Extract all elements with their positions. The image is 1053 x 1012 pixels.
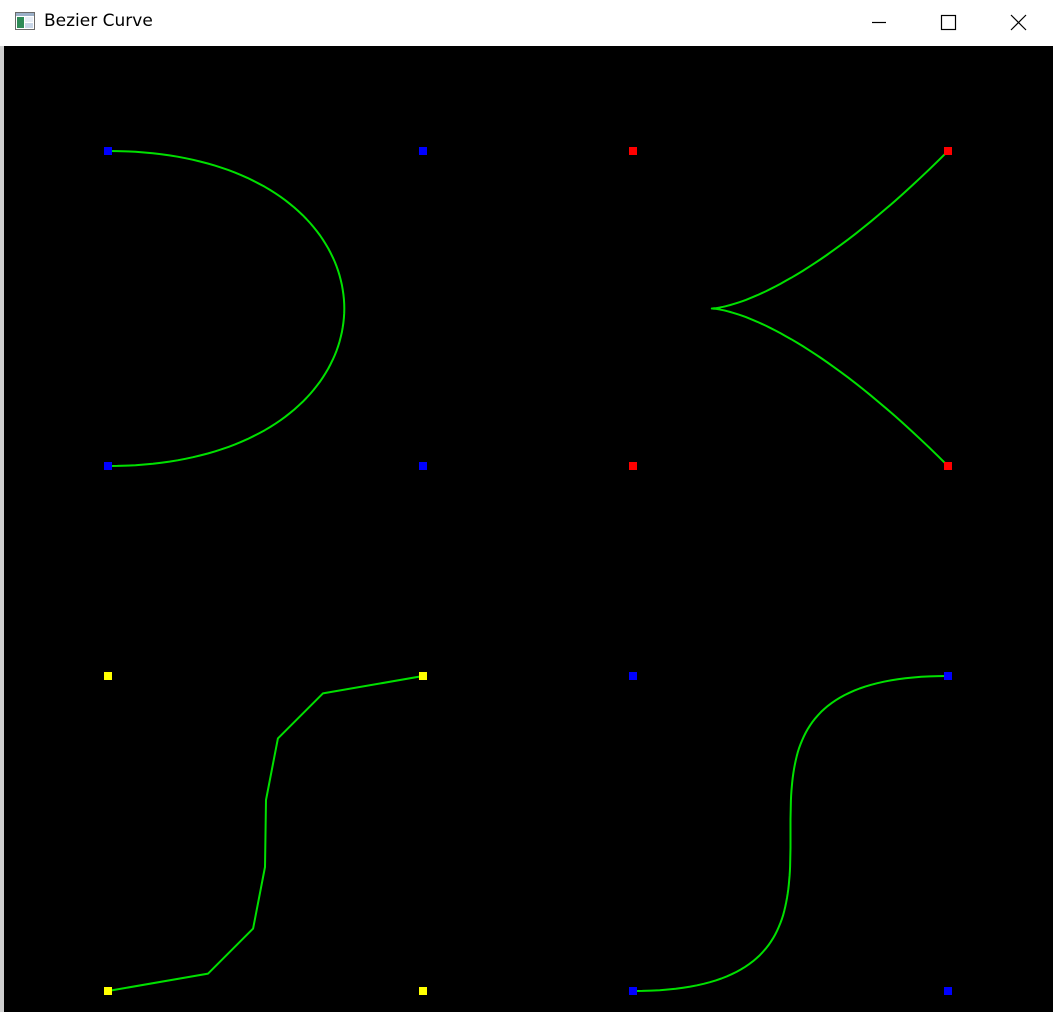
control-point-top-left-0[interactable]: [104, 147, 112, 155]
control-point-top-left-2[interactable]: [419, 462, 427, 470]
control-point-bottom-right-3[interactable]: [944, 672, 952, 680]
control-point-top-left-3[interactable]: [104, 462, 112, 470]
control-point-bottom-left-0[interactable]: [104, 987, 112, 995]
window-title: Bezier Curve: [44, 11, 153, 31]
control-point-top-right-2[interactable]: [629, 147, 637, 155]
control-point-top-right-0[interactable]: [944, 147, 952, 155]
close-button[interactable]: [983, 0, 1053, 46]
drawing-canvas[interactable]: [4, 46, 1053, 1012]
minimize-button[interactable]: [844, 0, 914, 46]
control-point-bottom-right-1[interactable]: [944, 987, 952, 995]
control-point-bottom-left-1[interactable]: [419, 987, 427, 995]
control-point-top-right-1[interactable]: [629, 462, 637, 470]
control-point-bottom-right-0[interactable]: [629, 987, 637, 995]
control-point-top-right-3[interactable]: [944, 462, 952, 470]
title-bar[interactable]: Bezier Curve: [0, 0, 1053, 46]
maximize-button[interactable]: [913, 0, 983, 46]
minimize-icon: [872, 21, 886, 24]
control-point-bottom-left-2[interactable]: [104, 672, 112, 680]
control-point-bottom-left-3[interactable]: [419, 672, 427, 680]
maximize-icon: [940, 14, 957, 31]
application-window: Bezier Curve: [0, 0, 1053, 1012]
window-app-icon: [15, 12, 35, 30]
control-point-top-left-1[interactable]: [419, 147, 427, 155]
control-point-bottom-right-2[interactable]: [629, 672, 637, 680]
close-icon: [1010, 14, 1027, 31]
canvas-background: [4, 46, 1053, 1012]
bezier-drawing: [4, 46, 1053, 1012]
